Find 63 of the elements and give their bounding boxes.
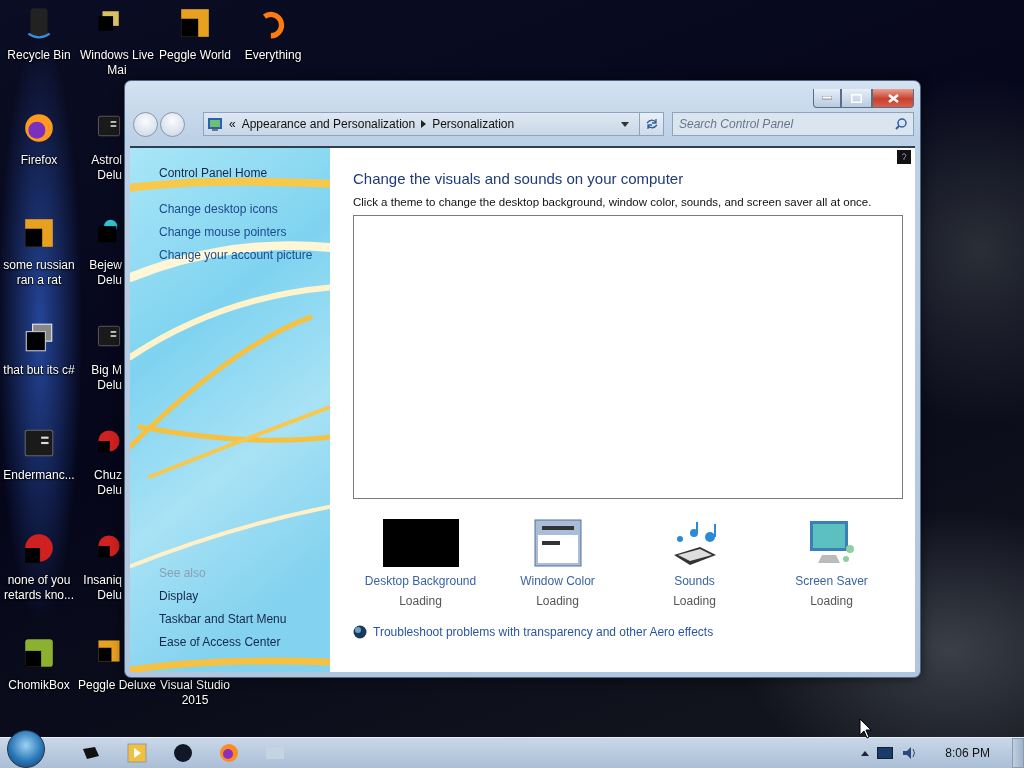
see-also-heading: See also: [159, 565, 206, 582]
minimize-button[interactable]: [813, 89, 841, 108]
address-bar[interactable]: « Appearance and Personalization Personalization: [203, 112, 664, 136]
desktop-icon-label[interactable]: none of you retards kno...: [4, 573, 74, 603]
breadcrumb[interactable]: Personalization: [432, 117, 515, 131]
desktop-app-icon[interactable]: [178, 6, 212, 40]
control-panel-icon: [207, 116, 223, 132]
setting-link[interactable]: Desktop Background: [364, 573, 477, 589]
desktop-icon-label[interactable]: that but its c#: [3, 363, 75, 378]
troubleshoot-link[interactable]: Troubleshoot problems with transparency and other Aero effects: [373, 625, 714, 639]
page-description: Click a theme to change the desktop background, window color, sounds, and screen saver all at once.: [353, 196, 872, 208]
setting-status: Loading: [810, 593, 853, 609]
desktop-icon-label[interactable]: Insaniq Delu: [83, 573, 122, 603]
color-icon[interactable]: [533, 519, 582, 567]
task-link[interactable]: Change desktop icons: [159, 198, 278, 221]
desktop-icon-label[interactable]: Endermanc...: [3, 468, 75, 483]
desktop-icon-label[interactable]: Big M Delu: [91, 363, 122, 393]
desktop-app-icon[interactable]: [22, 636, 56, 670]
minimize-icon: [822, 96, 832, 100]
refresh-button[interactable]: [639, 113, 663, 135]
start-button[interactable]: [7, 730, 45, 768]
desktop-icon-label[interactable]: Recycle Bin: [7, 48, 71, 63]
task-link[interactable]: Change mouse pointers: [159, 221, 287, 244]
breadcrumb-arrow-icon[interactable]: [421, 120, 427, 128]
desktop-icon-label[interactable]: some russian ran a rat: [3, 258, 75, 288]
desktop-icon-label[interactable]: Bejew Delu: [89, 258, 122, 288]
desktop-icon-label[interactable]: Chuz Delu: [94, 468, 122, 498]
page-heading: Change the visuals and sounds on your computer: [353, 170, 684, 187]
see-also-link[interactable]: Ease of Access Center: [159, 631, 281, 654]
desktop-icon-label[interactable]: Firefox: [20, 153, 58, 168]
refresh-icon: [644, 118, 659, 130]
setting-link[interactable]: Screen Saver: [795, 573, 868, 589]
see-also-link[interactable]: Taskbar and Start Menu: [159, 608, 287, 631]
desktop-icon-label[interactable]: Astrol Delu: [91, 153, 122, 183]
home-link[interactable]: Control Panel Home: [159, 162, 268, 185]
maximize-icon: [851, 93, 862, 103]
help-icon[interactable]: [897, 150, 911, 164]
setting-link[interactable]: Window Color: [520, 573, 595, 589]
desktop-icon-label[interactable]: Peggle Deluxe: [77, 678, 157, 693]
desktop-icon-label[interactable]: Visual Studio 2015: [160, 678, 230, 708]
mouse-pointer-icon: [859, 718, 873, 740]
overflow-chevron[interactable]: «: [229, 117, 236, 131]
desktop-app-icon[interactable]: [22, 216, 56, 250]
desktop-icon-label[interactable]: Windows Live Mai: [80, 48, 154, 78]
clock[interactable]: 8:06 PM: [945, 746, 990, 760]
breadcrumb[interactable]: Appearance and Personalization: [241, 117, 416, 131]
maximize-button[interactable]: [841, 89, 872, 108]
desktop-icon-label[interactable]: Everything: [244, 48, 302, 63]
globe-icon: [353, 625, 367, 639]
close-button[interactable]: [872, 89, 914, 108]
setting-link[interactable]: Sounds: [674, 573, 715, 589]
dropdown-arrow-icon[interactable]: [621, 121, 629, 127]
see-also-link[interactable]: Display: [159, 585, 199, 608]
desktop-icon-label[interactable]: Peggle World: [159, 48, 231, 63]
close-icon: [887, 93, 899, 103]
desktop-app-icon[interactable]: [22, 111, 56, 145]
setting-status: Loading: [399, 593, 442, 609]
tray-expand-icon[interactable]: [861, 750, 870, 756]
speaker-icon[interactable]: [901, 745, 918, 761]
setting-status: Loading: [536, 593, 579, 609]
monitor-icon[interactable]: [877, 746, 894, 760]
desktop-icon-label[interactable]: ChomikBox: [8, 678, 70, 693]
setting-status: Loading: [673, 593, 716, 609]
